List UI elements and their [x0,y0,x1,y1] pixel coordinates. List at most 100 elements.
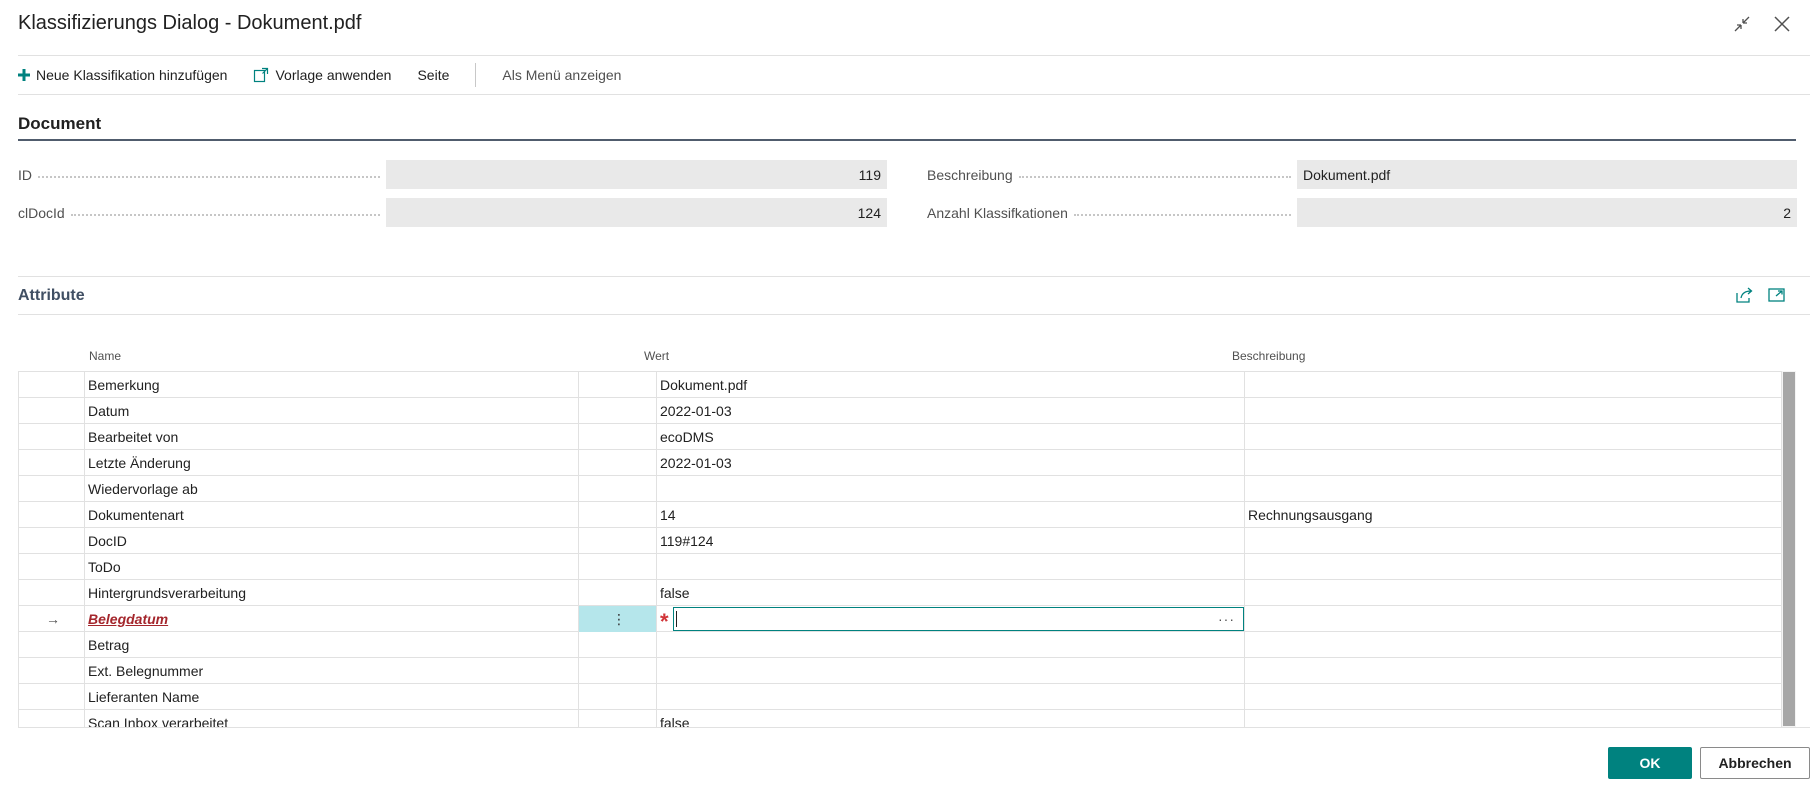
row-menu-cell[interactable]: ⋮ [579,606,657,632]
cell-name[interactable]: Bearbeitet von [85,424,579,450]
table-row[interactable]: → Belegdatum ⋮ * ··· [19,606,1781,632]
row-selector[interactable] [19,372,85,398]
cell-value[interactable]: false [657,580,1245,606]
row-selector[interactable] [19,684,85,710]
cell-description[interactable] [1245,398,1781,424]
row-selector[interactable] [19,554,85,580]
cell-value[interactable] [657,684,1245,710]
row-selector[interactable] [19,580,85,606]
cell-value[interactable]: Dokument.pdf [657,372,1245,398]
row-selector[interactable] [19,424,85,450]
cell-value[interactable] [657,554,1245,580]
cell-name[interactable]: Dokumentenart [85,502,579,528]
table-row[interactable]: Letzte Änderung 2022-01-03 [19,450,1781,476]
row-selector[interactable] [19,632,85,658]
cell-description[interactable] [1245,658,1781,684]
cell-value-text: 2022-01-03 [660,403,732,419]
column-header-value[interactable]: Wert [644,349,669,363]
close-icon[interactable] [1770,12,1794,36]
cell-name[interactable]: Betrag [85,632,579,658]
cell-name-text: Betrag [88,637,130,653]
show-as-menu-button[interactable]: Als Menü anzeigen [502,56,647,94]
collapse-icon[interactable] [1730,12,1754,36]
cell-value[interactable]: 2022-01-03 [657,398,1245,424]
cell-description[interactable] [1245,684,1781,710]
column-header-name[interactable]: Name [89,349,121,363]
table-row[interactable]: Ext. Belegnummer [19,658,1781,684]
cell-name[interactable]: Ext. Belegnummer [85,658,579,684]
row-selector[interactable] [19,658,85,684]
cell-value[interactable] [657,658,1245,684]
table-row[interactable]: Betrag [19,632,1781,658]
cell-description[interactable]: Rechnungsausgang [1245,502,1781,528]
cell-description[interactable] [1245,606,1781,632]
cell-description[interactable] [1245,580,1781,606]
cell-value[interactable]: false [657,710,1245,727]
table-row[interactable]: Bearbeitet von ecoDMS [19,424,1781,450]
attribute-section-title[interactable]: Attribute [18,287,85,305]
lookup-icon[interactable]: ··· [1218,611,1235,627]
grid-scrollbar[interactable] [1781,371,1796,727]
row-selector[interactable] [19,476,85,502]
table-row[interactable]: Lieferanten Name [19,684,1781,710]
cell-description[interactable] [1245,372,1781,398]
add-classification-button[interactable]: Neue Klassifikation hinzufügen [18,56,253,94]
cell-name[interactable]: Scan Inbox verarbeitet [85,710,579,727]
cell-value[interactable]: ecoDMS [657,424,1245,450]
plus-icon [18,69,30,81]
cell-description[interactable] [1245,528,1781,554]
cell-value[interactable]: * ··· [657,606,1245,632]
cell-description[interactable] [1245,710,1781,727]
ok-button[interactable]: OK [1608,747,1692,779]
field-id-label: ID [18,166,32,183]
share-icon[interactable] [1736,287,1754,303]
window-controls [1730,12,1794,36]
row-selector[interactable] [19,502,85,528]
cell-name[interactable]: Belegdatum [85,606,579,632]
page-menu-button[interactable]: Seite [417,56,475,94]
cell-name-text: Bemerkung [88,377,160,393]
cancel-button[interactable]: Abbrechen [1700,747,1810,779]
cell-value[interactable] [657,632,1245,658]
table-row[interactable]: ToDo [19,554,1781,580]
cell-name[interactable]: Wiedervorlage ab [85,476,579,502]
cell-description[interactable] [1245,450,1781,476]
table-row[interactable]: Bemerkung Dokument.pdf [19,372,1781,398]
cell-name[interactable]: Hintergrundsverarbeitung [85,580,579,606]
cell-name[interactable]: ToDo [85,554,579,580]
cell-name-text: Dokumentenart [88,507,184,523]
toolbar-divider [475,63,477,87]
cell-value-text: Dokument.pdf [660,377,748,393]
cell-name[interactable]: DocID [85,528,579,554]
cell-value[interactable] [657,476,1245,502]
cell-value[interactable]: 119#124 [657,528,1245,554]
cell-value[interactable]: 2022-01-03 [657,450,1245,476]
cell-value[interactable]: 14 [657,502,1245,528]
grid-scrollbar-thumb[interactable] [1783,372,1795,726]
belegdatum-input[interactable]: ··· [672,607,1244,631]
cell-name[interactable]: Bemerkung [85,372,579,398]
table-row[interactable]: Wiedervorlage ab [19,476,1781,502]
row-selector[interactable]: → [19,606,85,632]
cell-name[interactable]: Datum [85,398,579,424]
row-selector[interactable] [19,528,85,554]
row-selector[interactable] [19,710,85,727]
cell-name[interactable]: Lieferanten Name [85,684,579,710]
table-row[interactable]: Scan Inbox verarbeitet false [19,710,1781,727]
table-row[interactable]: Dokumentenart 14 Rechnungsausgang [19,502,1781,528]
cell-description[interactable] [1245,632,1781,658]
cell-name[interactable]: Letzte Änderung [85,450,579,476]
expand-icon[interactable] [1768,287,1786,303]
row-menu-cell [579,424,657,450]
cell-description[interactable] [1245,476,1781,502]
cell-description[interactable] [1245,554,1781,580]
apply-template-button[interactable]: Vorlage anwenden [253,56,417,94]
table-row[interactable]: Hintergrundsverarbeitung false [19,580,1781,606]
cell-description[interactable] [1245,424,1781,450]
row-selector[interactable] [19,450,85,476]
row-menu-icon[interactable]: ⋮ [612,611,626,628]
table-row[interactable]: Datum 2022-01-03 [19,398,1781,424]
column-header-description[interactable]: Beschreibung [1232,349,1305,363]
row-selector[interactable] [19,398,85,424]
table-row[interactable]: DocID 119#124 [19,528,1781,554]
